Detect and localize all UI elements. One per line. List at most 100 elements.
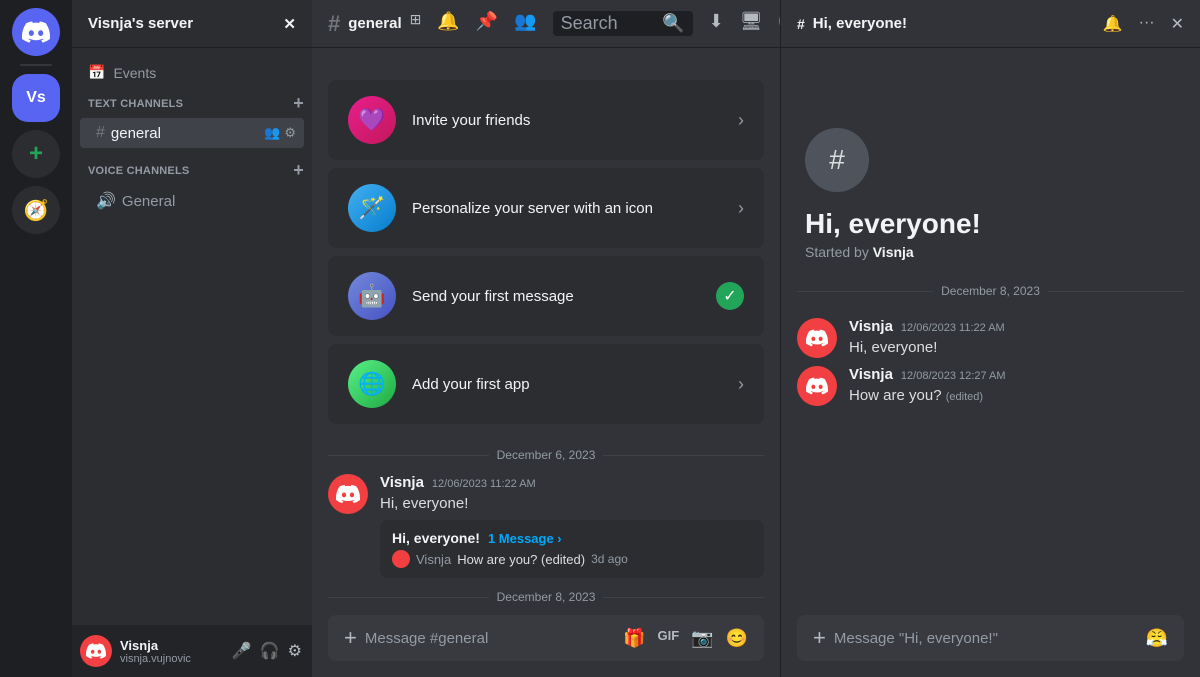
headphones-icon[interactable]: 🎧 <box>258 639 282 663</box>
search-bar[interactable]: Search 🔍 <box>553 11 693 36</box>
thread-preview-avatar <box>392 550 410 568</box>
stream-icon[interactable]: 🖥 <box>740 11 763 36</box>
thread-bell-icon[interactable]: 🔔 <box>1103 14 1123 34</box>
thread-more-icon[interactable]: ··· <box>1139 14 1155 34</box>
channel-list: 📅 Events TEXT CHANNELS + # general 👥 ⚙ <box>72 48 312 625</box>
add-text-channel-button[interactable]: + <box>293 93 304 114</box>
thread-preview[interactable]: Hi, everyone! 1 Message › Visnja How are… <box>380 520 764 578</box>
thread-header: # Hi, everyone! 🔔 ··· ✕ <box>781 0 1200 48</box>
date-separator-dec6: December 6, 2023 <box>312 440 780 470</box>
thread-msg1-timestamp: 12/06/2023 11:22 AM <box>901 322 1005 334</box>
thread-msg1-text: Hi, everyone! <box>849 337 1184 358</box>
search-text: Search <box>561 13 618 34</box>
thread-msg1-author: Visnja <box>849 318 893 335</box>
personalize-arrow-icon: › <box>738 198 744 219</box>
gear-icon[interactable]: ⚙ <box>284 125 296 141</box>
thread-add-button[interactable]: + <box>813 625 826 651</box>
thread-count-link[interactable]: 1 Message › <box>488 531 562 546</box>
mic-icon[interactable]: 🎤 <box>230 639 254 663</box>
gift-icon[interactable]: 🎁 <box>623 628 645 649</box>
sticker-icon[interactable]: 📷 <box>691 628 713 649</box>
calendar-icon: 📅 <box>88 64 105 81</box>
date-dec8: December 8, 2023 <box>497 590 596 604</box>
onboarding-card-first-app[interactable]: 🌐 Add your first app › <box>328 344 764 424</box>
message-placeholder: Message #general <box>365 630 488 647</box>
members-icon[interactable]: 👥 <box>264 125 280 141</box>
thread-preview-text: How are you? (edited) <box>457 552 585 567</box>
personalize-card-label: Personalize your server with an icon <box>412 200 722 217</box>
message-text-hi: Hi, everyone! <box>380 493 764 514</box>
server-icon-visnja[interactable]: Vs <box>12 74 60 122</box>
thread-preview-title: Hi, everyone! <box>392 530 480 546</box>
channel-item-voice-general[interactable]: 🔊 General <box>80 185 304 217</box>
thread-emoji-icon[interactable]: 😤 <box>1146 628 1168 649</box>
user-area: Visnja visnja.vujnovic 🎤 🎧 ⚙ <box>72 625 312 677</box>
onboarding-card-personalize[interactable]: 🪄 Personalize your server with an icon › <box>328 168 764 248</box>
threads-icon[interactable]: ⊞ <box>410 11 422 36</box>
explore-icon: 🧭 <box>24 198 49 223</box>
notifications-icon[interactable]: 🔔 <box>437 11 459 36</box>
thread-close-icon[interactable]: ✕ <box>1171 14 1184 34</box>
chat-header-actions: ⊞ 🔔 📌 👥 Search 🔍 ⬇ 🖥 ? <box>410 11 799 36</box>
voice-channels-header[interactable]: VOICE CHANNELS + <box>72 156 312 185</box>
invite-card-label: Invite your friends <box>412 112 722 129</box>
thread-preview-user: Visnja <box>416 552 451 567</box>
message-input-area: + Message #general 🎁 GIF 📷 😊 <box>312 615 780 677</box>
text-channels-header[interactable]: TEXT CHANNELS + <box>72 89 312 118</box>
server-divider <box>20 64 52 66</box>
invite-icon: 💜 <box>348 96 396 144</box>
server-list: Vs + 🧭 <box>0 0 72 677</box>
events-item[interactable]: 📅 Events <box>72 56 312 89</box>
add-voice-channel-button[interactable]: + <box>293 160 304 181</box>
gif-button[interactable]: GIF <box>657 628 679 649</box>
discord-home-button[interactable] <box>12 8 60 56</box>
thread-message-content-2: Visnja 12/08/2023 12:27 AM How are you? … <box>849 366 1184 406</box>
thread-msg2-text: How are you? (edited) <box>849 385 1184 406</box>
invite-arrow-icon: › <box>738 110 744 131</box>
pin-icon[interactable]: 📌 <box>476 11 498 36</box>
thread-avatar-2 <box>797 366 837 406</box>
thread-messages: Visnja 12/06/2023 11:22 AM Hi, everyone!… <box>781 306 1200 615</box>
settings-icon[interactable]: ⚙ <box>286 639 304 663</box>
channel-item-general[interactable]: # general 👥 ⚙ <box>80 118 304 148</box>
thread-intro-subtitle: Started by Visnja <box>805 244 914 260</box>
channel-sidebar: Visnja's server ✕ 📅 Events TEXT CHANNELS… <box>72 0 312 677</box>
thread-avatar-1 <box>797 318 837 358</box>
explore-servers-button[interactable]: 🧭 <box>12 186 60 234</box>
text-channels-section: TEXT CHANNELS + # general 👥 ⚙ <box>72 89 312 148</box>
user-tag: visnja.vujnovic <box>120 653 222 665</box>
channel-item-general-left: # general <box>96 124 161 142</box>
thread-intro-title: Hi, everyone! <box>805 208 981 240</box>
channel-hash-icon: # <box>328 11 340 37</box>
thread-message-1: Visnja 12/06/2023 11:22 AM Hi, everyone! <box>781 314 1200 362</box>
chat-messages: 💜 Invite your friends › 🪄 Personalize yo… <box>312 48 780 615</box>
speaker-icon: 🔊 <box>96 191 116 211</box>
inbox-icon[interactable]: ⬇ <box>709 11 724 36</box>
thread-date: December 8, 2023 <box>941 284 1040 298</box>
first-message-checkmark: ✓ <box>716 282 744 310</box>
voice-channels-label: VOICE CHANNELS <box>88 165 189 177</box>
emoji-icon[interactable]: 😊 <box>726 628 748 649</box>
message-input-box: + Message #general 🎁 GIF 📷 😊 <box>328 615 764 661</box>
thread-panel: # Hi, everyone! 🔔 ··· ✕ # Hi, everyone! … <box>780 0 1200 677</box>
events-label: Events <box>113 65 156 81</box>
thread-message-2: Visnja 12/08/2023 12:27 AM How are you? … <box>781 362 1200 410</box>
onboarding-card-first-message[interactable]: 🤖 Send your first message ✓ <box>328 256 764 336</box>
add-attachment-button[interactable]: + <box>344 625 357 651</box>
thread-message-content-1: Visnja 12/06/2023 11:22 AM Hi, everyone! <box>849 318 1184 358</box>
members-list-icon[interactable]: 👥 <box>514 11 536 36</box>
onboarding-card-invite[interactable]: 💜 Invite your friends › <box>328 80 764 160</box>
message-input-field[interactable]: Message #general <box>365 630 615 647</box>
server-initial: Vs <box>26 89 46 107</box>
server-header[interactable]: Visnja's server ✕ <box>72 0 312 48</box>
thread-ago: 3d ago <box>591 552 628 566</box>
thread-date-separator: December 8, 2023 <box>781 276 1200 306</box>
thread-header-icon: # <box>797 16 805 32</box>
text-channels-label: TEXT CHANNELS <box>88 98 183 110</box>
thread-msg2-author: Visnja <box>849 366 893 383</box>
thread-input-field[interactable]: Message "Hi, everyone!" <box>834 630 1138 647</box>
add-server-button[interactable]: + <box>12 130 60 178</box>
server-name: Visnja's server <box>88 15 193 32</box>
message-timestamp-dec6: 12/06/2023 11:22 AM <box>432 478 536 490</box>
thread-started-author: Visnja <box>873 244 914 260</box>
